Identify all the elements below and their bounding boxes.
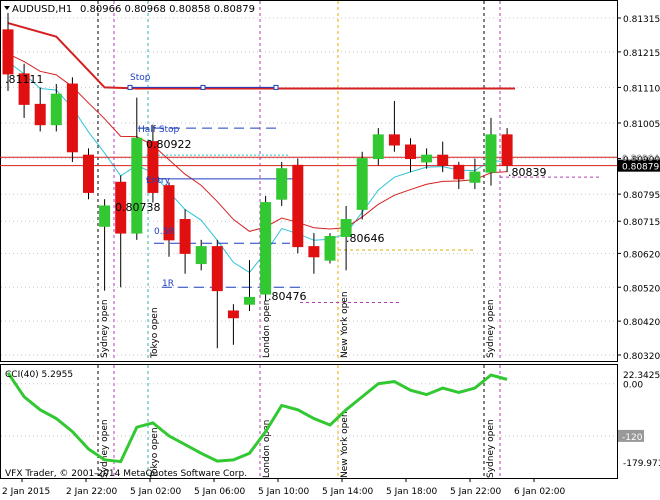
bull-candle xyxy=(324,235,336,261)
cci-tick-label: -179.971 xyxy=(623,459,660,469)
session-label: Sydney open xyxy=(100,299,110,358)
bear-candle xyxy=(437,154,449,166)
bear-candle xyxy=(453,164,465,180)
time-tick-label: 6 Jan 02:00 xyxy=(514,487,566,497)
time-tick-label: 2 Jan 22:00 xyxy=(66,487,118,497)
time-axis: 2 Jan 2015 2 Jan 22:00 5 Jan 02:00 5 Jan 06… xyxy=(2,478,566,497)
time-tick-label: 5 Jan 10:00 xyxy=(258,487,310,497)
bull-candle xyxy=(50,93,62,126)
bear-candle xyxy=(211,246,223,292)
stop-label: Stop xyxy=(130,73,151,83)
stop-handle xyxy=(273,84,279,90)
bull-candle xyxy=(485,134,497,173)
bull-candle xyxy=(356,158,368,210)
price-label-80839: .80839 xyxy=(508,166,547,179)
copyright-text: VFX Trader, © 2001-2014 MetaQuotes Softw… xyxy=(5,469,247,479)
bear-candle xyxy=(308,246,320,258)
bid-price-label: 0.80904 xyxy=(622,154,659,164)
bear-candle xyxy=(2,29,14,75)
session-label: London open xyxy=(262,300,272,358)
price-label-80922: 0.80922 xyxy=(146,138,192,151)
price-tick-label: 0.80620 xyxy=(623,250,660,260)
bull-candle xyxy=(421,154,433,163)
bear-candle xyxy=(388,134,400,146)
price-label-80738: 0.80738 xyxy=(115,201,161,214)
bear-candle xyxy=(405,144,416,160)
time-tick-label: 5 Jan 06:00 xyxy=(194,487,246,497)
session-label: New York open xyxy=(340,411,350,478)
bear-candle xyxy=(501,134,513,166)
bull-candle xyxy=(195,246,207,265)
stop-handle xyxy=(127,84,133,90)
time-tick-label: 5 Jan 02:00 xyxy=(130,487,182,497)
one-r-label: 1R xyxy=(162,279,174,289)
bull-candle xyxy=(131,137,143,234)
bear-candle xyxy=(179,219,191,254)
time-tick-label: 2 Jan 2015 xyxy=(2,487,50,497)
chart-canvas[interactable]: Sydney openSydney openTokyo openTokyo op… xyxy=(0,0,660,500)
price-tick-label: 0.81005 xyxy=(623,120,660,130)
cci-tick-label: 0.00 xyxy=(623,381,643,391)
session-label: New York open xyxy=(340,291,350,358)
price-label-80476: .80476 xyxy=(268,290,307,303)
bear-candle xyxy=(83,154,94,193)
price-tick-label: 0.80795 xyxy=(623,191,660,201)
bull-candle xyxy=(260,202,272,295)
cci-neg120-label: -120 xyxy=(622,433,643,443)
price-tick-label: 0.81315 xyxy=(623,15,660,25)
price-tick-label: 0.80715 xyxy=(623,218,660,228)
time-tick-label: 5 Jan 18:00 xyxy=(386,487,438,497)
price-tick-label: 0.80420 xyxy=(623,318,660,328)
price-tick-label: 0.81110 xyxy=(623,84,660,94)
ohlc-values: 0.80966 0.80968 0.80858 0.80879 xyxy=(80,4,255,15)
session-label: Sydney open xyxy=(486,299,496,358)
price-tick-label: 0.80520 xyxy=(623,284,660,294)
bear-candle xyxy=(66,83,78,153)
entry-label: Entry xyxy=(146,176,171,186)
price-axis: 0.813150.812150.811100.810050.809000.807… xyxy=(617,15,660,469)
price-tick-label: 0.81215 xyxy=(623,49,660,59)
time-tick-label: 5 Jan 22:00 xyxy=(450,487,502,497)
symbol-header: AUDUSD,H1 0.80966 0.80968 0.80858 0.8087… xyxy=(4,4,255,15)
half-r-label: 0.5R xyxy=(154,227,175,237)
stop-handle xyxy=(200,84,206,90)
session-label: Tokyo open xyxy=(150,307,160,359)
cci-label: CCI(40) 5.2955 xyxy=(5,370,73,380)
bull-candle xyxy=(372,134,384,160)
bull-candle xyxy=(276,168,288,200)
bull-candle xyxy=(244,296,255,305)
half-stop-label: Half Stop xyxy=(138,125,180,135)
price-tick-label: 0.80320 xyxy=(623,352,660,362)
bear-candle xyxy=(227,310,239,319)
bear-candle xyxy=(292,164,304,248)
price-label-80646: .80646 xyxy=(346,232,385,245)
bull-candle xyxy=(99,205,111,227)
bull-candle xyxy=(469,171,481,183)
session-label: Sydney open xyxy=(486,419,496,478)
bear-candle xyxy=(34,103,46,126)
cci-tick-label: 22.3425 xyxy=(623,371,660,381)
time-tick-label: 5 Jan 14:00 xyxy=(322,487,374,497)
price-label-81111: .81111 xyxy=(5,73,44,86)
symbol-timeframe: AUDUSD,H1 xyxy=(12,4,72,15)
cci-plot-frame xyxy=(0,364,618,479)
